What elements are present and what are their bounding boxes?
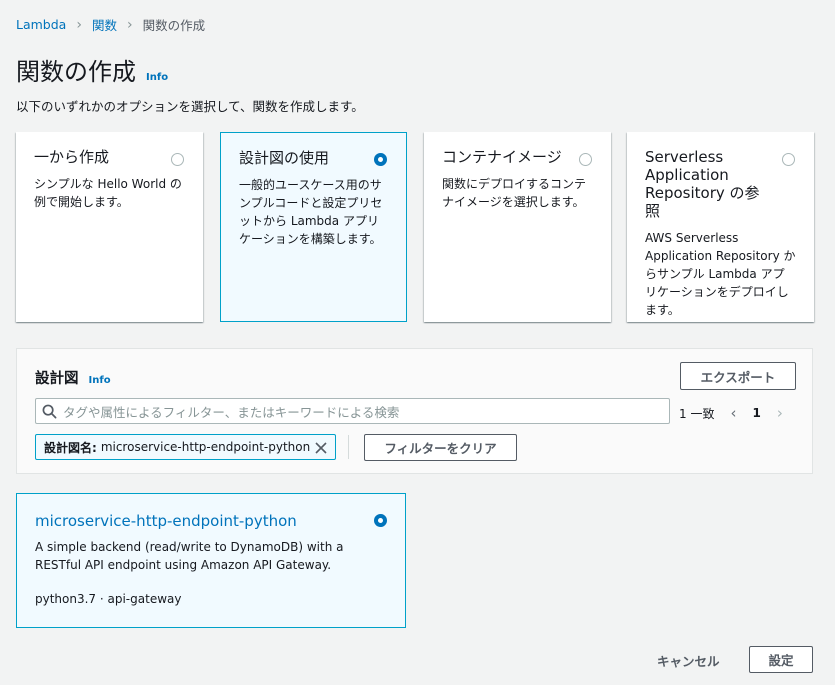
configure-button[interactable]: 設定 — [749, 646, 813, 673]
breadcrumb-functions[interactable]: 関数 — [92, 15, 117, 34]
chevron-right-icon[interactable]: › — [777, 404, 783, 422]
option-desc: AWS Serverless Application Repository から… — [645, 231, 796, 317]
blueprint-desc: A simple backend (read/write to DynamoDB… — [35, 540, 344, 572]
blueprints-panel: 設計図 Info エクスポート タグや属性によるフィルター、またはキーワードによ… — [16, 348, 813, 474]
clear-filter-button[interactable]: フィルターをクリア — [364, 434, 517, 461]
page-title-row: 関数の作成 Info — [16, 52, 168, 87]
radio-button[interactable] — [782, 153, 795, 166]
divider — [348, 435, 349, 459]
page-title: 関数の作成 — [16, 58, 136, 86]
radio-button[interactable] — [579, 153, 592, 166]
option-title: 設計図の使用 — [239, 149, 330, 167]
blueprints-title-row: 設計図 Info — [35, 367, 111, 388]
export-button[interactable]: エクスポート — [680, 362, 796, 390]
blueprint-title[interactable]: microservice-http-endpoint-python — [35, 512, 387, 530]
option-title: Serverless Application Repository の参照 — [645, 148, 760, 220]
breadcrumb-current: 関数の作成 — [142, 18, 206, 33]
option-title: 一から作成 — [34, 148, 110, 166]
chevron-right-icon: › — [126, 16, 133, 33]
option-desc: シンプルな Hello World の例で開始します。 — [34, 177, 182, 209]
chevron-right-icon: › — [76, 16, 82, 33]
breadcrumb-lambda[interactable]: Lambda — [16, 17, 66, 32]
info-link[interactable]: Info — [89, 375, 111, 386]
page-number[interactable]: 1 — [752, 406, 760, 420]
option-author-from-scratch[interactable]: 一から作成 シンプルな Hello World の例で開始します。 — [16, 132, 203, 322]
close-icon[interactable] — [315, 442, 327, 454]
radio-button[interactable] — [171, 153, 184, 166]
search-icon — [42, 404, 57, 418]
chevron-left-icon[interactable]: ‹ — [730, 404, 736, 422]
radio-button-selected[interactable] — [374, 153, 387, 166]
search-placeholder: タグや属性によるフィルター、またはキーワードによる検索 — [63, 404, 400, 420]
option-container-image[interactable]: コンテナイメージ 関数にデプロイするコンテナイメージを選択します。 — [424, 132, 611, 322]
page-subtitle: 以下のいずれかのオプションを選択して、関数を作成します。 — [16, 99, 364, 114]
breadcrumb: Lambda › 関数 › 関数の作成 — [16, 15, 205, 34]
filter-token: 設計図名: microservice-http-endpoint-python — [35, 434, 336, 460]
pagination: 1 一致 ‹ 1 › — [679, 404, 783, 422]
option-desc: 一般的ユースケース用のサンプルコードと設定プリセットから Lambda アプリケ… — [239, 178, 383, 246]
option-title: コンテナイメージ — [442, 148, 562, 166]
blueprint-card[interactable]: microservice-http-endpoint-python A simp… — [16, 493, 406, 628]
blueprint-meta: python3.7 · api-gateway — [35, 592, 182, 606]
search-input[interactable]: タグや属性によるフィルター、またはキーワードによる検索 — [35, 398, 670, 424]
blueprints-title: 設計図 — [35, 371, 79, 387]
option-use-blueprint[interactable]: 設計図の使用 一般的ユースケース用のサンプルコードと設定プリセットから Lamb… — [220, 132, 407, 322]
option-serverless-app-repo[interactable]: Serverless Application Repository の参照 AW… — [627, 132, 814, 322]
cancel-button[interactable]: キャンセル — [657, 651, 720, 670]
info-link[interactable]: Info — [146, 72, 168, 83]
option-desc: 関数にデプロイするコンテナイメージを選択します。 — [442, 177, 587, 209]
filter-token-key: 設計図名: — [44, 440, 97, 455]
radio-button-selected[interactable] — [374, 514, 387, 527]
filter-token-value: microservice-http-endpoint-python — [100, 440, 311, 454]
match-count: 1 一致 — [679, 406, 715, 421]
